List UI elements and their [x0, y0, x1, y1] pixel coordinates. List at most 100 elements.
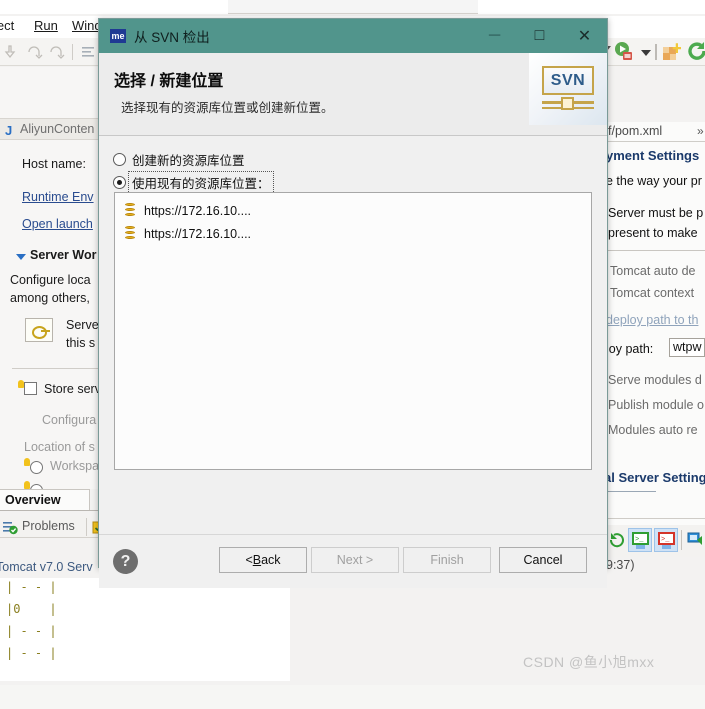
step-into-icon[interactable]: [4, 43, 22, 61]
console-line-4: | - - |: [6, 646, 57, 660]
next-button-label: Next >: [336, 553, 374, 567]
menu-item-project[interactable]: ject: [0, 18, 14, 33]
run-dropdown-arrow-icon[interactable]: [641, 50, 651, 56]
workspace-radio[interactable]: [30, 461, 43, 474]
app-badge-icon: me: [110, 29, 126, 43]
store-serv-checkbox[interactable]: [24, 382, 37, 395]
section-twisty-icon[interactable]: [16, 254, 26, 260]
display-error-console-button[interactable]: >_: [654, 528, 678, 552]
finish-button: Finish: [403, 547, 491, 573]
open-launch-config-link[interactable]: Open launch: [22, 217, 93, 231]
console-line-2: |0 |: [6, 602, 57, 616]
csdn-watermark: CSDN @鱼小旭mxx: [523, 654, 655, 670]
right-panel-divider: [608, 250, 705, 251]
format-lines-icon[interactable]: [80, 43, 98, 61]
svn-checkout-dialog: me 从 SVN 检出 ─ □ ✕ 选择 / 新建位置 选择现有的资源库位置或创…: [98, 18, 608, 588]
server-settings-heading: al Server Setting: [604, 470, 705, 485]
editor-tab-pom-xml[interactable]: f/pom.xml: [606, 122, 705, 142]
console-green-icon: >_: [632, 532, 649, 549]
close-icon: ✕: [577, 28, 592, 45]
deploy-path-label: loy path:: [606, 342, 654, 356]
menu-item-run[interactable]: Run: [34, 18, 58, 33]
deploy-path-link[interactable]: deploy path to th: [606, 313, 698, 327]
cancel-button-label: Cancel: [523, 553, 563, 567]
server-settings-underline: [604, 491, 656, 492]
svn-logo-icon: SVN: [529, 53, 607, 125]
dialog-title: 从 SVN 检出: [134, 30, 210, 45]
help-button[interactable]: ?: [113, 549, 138, 574]
java-file-icon: J: [5, 123, 13, 138]
second-option-bulb-icon: [24, 481, 30, 489]
server-key-icon: [25, 318, 53, 342]
back-button[interactable]: < Back: [219, 547, 307, 573]
next-button: Next >: [311, 547, 399, 573]
svn-logo-text: SVN: [550, 71, 586, 89]
close-button[interactable]: ✕: [562, 19, 607, 53]
console-line-1: | - - |: [6, 580, 57, 594]
editor-tab-pom-label: f/pom.xml: [608, 124, 663, 138]
display-console-button[interactable]: >_: [628, 528, 652, 552]
app-badge-label: me: [111, 31, 125, 41]
problems-tab-separator: [86, 518, 87, 536]
ide-tabstrip: [228, 0, 478, 14]
refresh-green-icon[interactable]: [687, 41, 705, 63]
console-toolbar-separator: [681, 530, 682, 550]
pin-console-icon[interactable]: [686, 530, 705, 550]
repository-url: https://172.16.10....: [144, 226, 252, 241]
svn-logo-box: SVN: [542, 66, 594, 95]
back-button-suffix: ack: [261, 553, 281, 567]
configure-desc-line2: among others,: [10, 291, 90, 305]
publish-module-label: Publish module o: [608, 398, 704, 412]
runtime-environment-link[interactable]: Runtime Env: [22, 190, 94, 204]
radio-use-existing-location[interactable]: [113, 176, 126, 189]
back-button-prefix: <: [245, 553, 253, 567]
window-controls: ─ □ ✕: [472, 19, 607, 53]
tomcat-auto-deploy-label: Tomcat auto de: [610, 264, 696, 278]
minimize-button[interactable]: ─: [472, 19, 517, 53]
minimize-icon: ─: [488, 27, 501, 44]
maximize-button[interactable]: □: [517, 19, 562, 53]
run-as-icon[interactable]: [613, 41, 635, 63]
store-serv-label: Store serv: [44, 382, 101, 396]
menu-item-run-label: Run: [34, 18, 58, 33]
toolbar-separator: [72, 44, 73, 60]
radio-use-existing-location-row[interactable]: 使用现有的资源库位置：: [113, 171, 274, 194]
step-over-icon[interactable]: [26, 43, 44, 61]
maximize-icon: □: [534, 27, 545, 44]
deploy-path-value: wtpw: [673, 340, 702, 354]
server-workspace-heading: Server Wor: [30, 248, 97, 262]
tab-overflow-chevron-icon[interactable]: »: [697, 124, 704, 138]
finish-button-label: Finish: [430, 553, 464, 567]
list-item[interactable]: https://172.16.10....: [115, 222, 591, 245]
console-output[interactable]: | - - | |0 | | - - | | - - |: [0, 578, 290, 681]
radio-create-new-location-row[interactable]: 创建新的资源库位置: [113, 150, 245, 169]
problems-tab-label[interactable]: Problems: [22, 519, 75, 533]
repository-url: https://172.16.10....: [144, 203, 252, 218]
dialog-footer: ? < Back Next > Finish Cancel: [99, 534, 607, 588]
svn-logo-knob: [561, 97, 574, 110]
relaunch-icon[interactable]: [608, 531, 628, 549]
dialog-body: 创建新的资源库位置 使用现有的资源库位置： https://172.16.10.…: [99, 136, 607, 534]
tomcat-context-label: Tomcat context: [610, 286, 695, 300]
repository-icon: [123, 226, 137, 241]
serve-modules-label: Serve modules d: [608, 373, 702, 387]
deployment-settings-heading: yment Settings: [606, 148, 700, 163]
configura-label: Configura: [42, 413, 97, 427]
deploy-path-input[interactable]: wtpw: [669, 338, 705, 357]
repository-list[interactable]: https://172.16.10.... https://172.16.10.…: [114, 192, 592, 470]
bottom-strip: [0, 685, 705, 709]
step-return-icon[interactable]: [48, 43, 66, 61]
radio-create-new-location[interactable]: [113, 153, 126, 166]
dialog-titlebar[interactable]: me 从 SVN 检出 ─ □ ✕: [99, 19, 607, 53]
console-timestamp: 9:37): [606, 558, 635, 572]
new-window-icon[interactable]: [661, 41, 683, 63]
page-subtitle: 选择现有的资源库位置或创建新位置。: [121, 101, 334, 115]
console-red-icon: >_: [658, 532, 675, 549]
list-item[interactable]: https://172.16.10....: [115, 199, 591, 222]
tab-overview-label: Overview: [5, 493, 61, 507]
svg-text:>_: >_: [661, 536, 670, 544]
server-text-line1: Serve: [66, 318, 99, 332]
cancel-button[interactable]: Cancel: [499, 547, 587, 573]
tab-overview[interactable]: Overview: [0, 489, 90, 511]
location-of-label: Location of s: [24, 440, 95, 454]
